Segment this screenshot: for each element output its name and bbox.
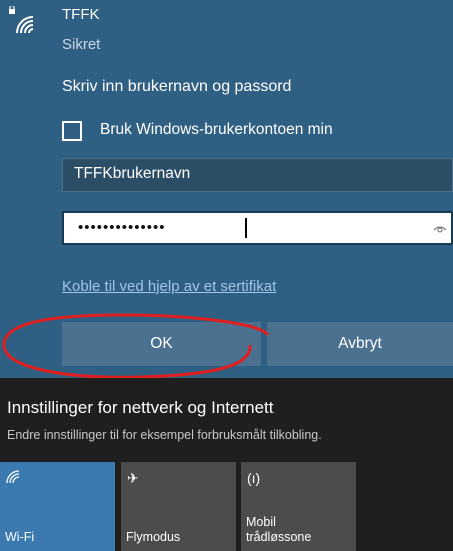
- password-field[interactable]: ••••••••••••••: [62, 211, 453, 245]
- certificate-link[interactable]: Koble til ved hjelp av et sertifikat: [62, 278, 276, 295]
- quick-action-mobile-hotspot[interactable]: (ı) Mobil trådløssone: [241, 462, 356, 551]
- cancel-button[interactable]: Avbryt: [267, 322, 453, 366]
- hotspot-label-line1: Mobil: [246, 515, 276, 529]
- quick-action-hotspot-label: Mobil trådløssone: [246, 515, 311, 545]
- quick-action-wifi-label: Wi-Fi: [5, 530, 35, 544]
- network-settings-link[interactable]: Innstillinger for nettverk og Internett: [7, 398, 273, 418]
- use-windows-account-checkbox[interactable]: [62, 121, 82, 141]
- ok-button[interactable]: OK: [62, 322, 261, 366]
- network-status: Sikret: [62, 36, 101, 53]
- username-field[interactable]: TFFKbrukernavn: [62, 158, 453, 192]
- quick-action-airplane-label: Flymodus: [126, 530, 181, 544]
- password-mask: ••••••••••••••: [78, 219, 166, 236]
- credentials-prompt: Skriv inn brukernavn og passord: [62, 78, 292, 95]
- hotspot-icon: (ı): [247, 470, 261, 486]
- text-caret: [245, 218, 247, 238]
- reveal-password-eye-icon[interactable]: [433, 224, 447, 234]
- quick-action-wifi[interactable]: Wi-Fi: [0, 462, 115, 551]
- use-windows-account-label[interactable]: Bruk Windows-brukerkontoen min: [100, 121, 333, 139]
- hotspot-label-line2: trådløssone: [246, 530, 312, 544]
- quick-action-airplane-mode[interactable]: ✈ Flymodus: [121, 462, 236, 551]
- network-name: TFFK: [62, 6, 100, 23]
- network-settings-subtitle: Endre innstillinger til for eksempel for…: [7, 428, 322, 442]
- network-flyout-footer: Innstillinger for nettverk og Internett …: [0, 378, 453, 551]
- wifi-login-panel: TFFK Sikret Skriv inn brukernavn og pass…: [0, 0, 453, 379]
- wifi-icon: [6, 470, 20, 484]
- wifi-secure-icon: [9, 6, 34, 34]
- airplane-icon: ✈: [127, 470, 139, 486]
